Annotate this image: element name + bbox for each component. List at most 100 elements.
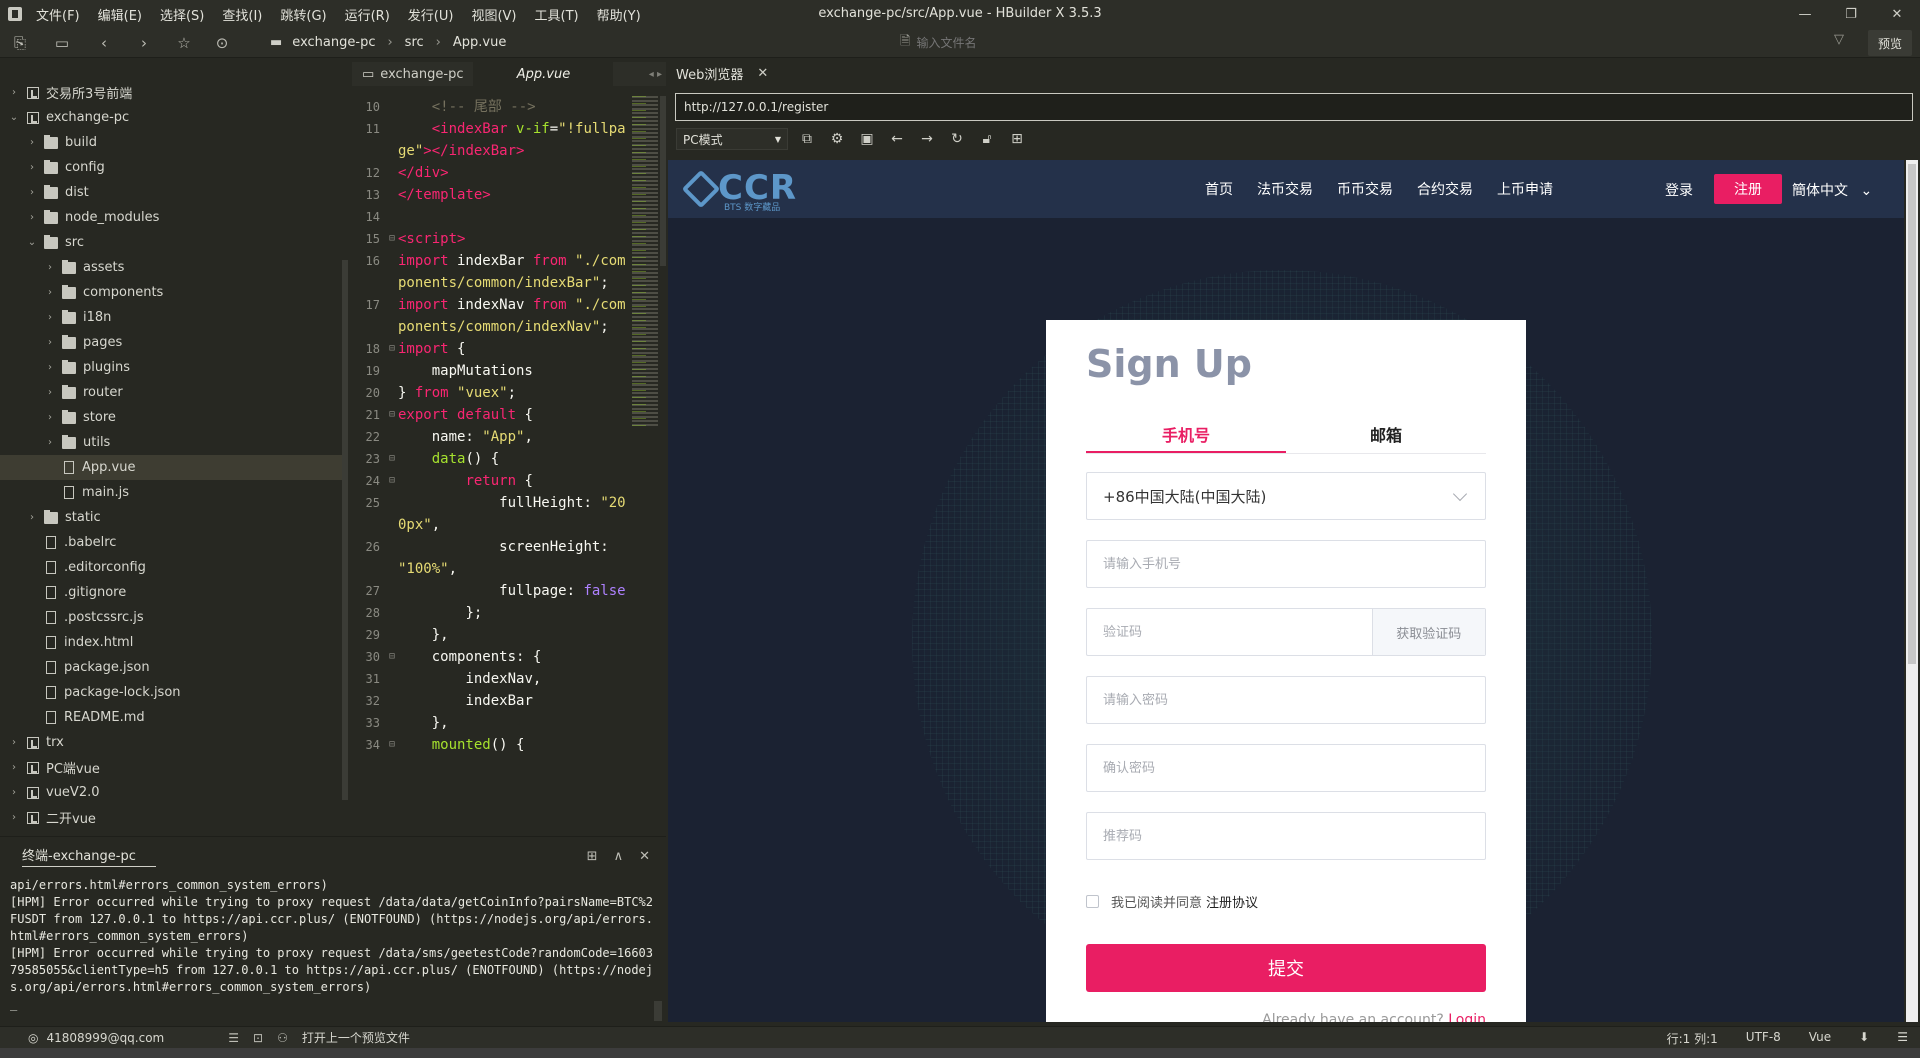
mode-select[interactable]: PC模式 ▼ xyxy=(676,128,788,150)
fold-icon[interactable] xyxy=(386,250,398,294)
maximize-panel-icon[interactable]: ∧ xyxy=(614,849,624,864)
site-nav-link[interactable]: 合约交易 xyxy=(1417,179,1473,199)
code-line[interactable]: 10 <!-- 尾部 --> xyxy=(352,96,630,118)
tree-item[interactable]: .editorconfig xyxy=(0,555,344,580)
register-button[interactable]: 注册 xyxy=(1714,174,1782,204)
code-editor[interactable]: 10 <!-- 尾部 --> 11 <indexBar v-if="!fullpa… xyxy=(352,96,630,824)
tree-item[interactable]: main.js xyxy=(0,480,344,505)
menu-item[interactable]: 工具(T) xyxy=(535,5,579,24)
code-line[interactable]: 19 mapMutations xyxy=(352,360,630,382)
chevron-right-icon[interactable]: › xyxy=(26,212,38,223)
language-mode[interactable]: Vue xyxy=(1809,1030,1831,1047)
save-icon[interactable]: ▭ xyxy=(48,29,76,57)
menu-item[interactable]: 发行(U) xyxy=(408,5,454,24)
run-icon[interactable]: ⊙ xyxy=(208,29,236,57)
new-terminal-icon[interactable]: ⊞ xyxy=(587,849,598,864)
code-line[interactable]: 22 name: "App", xyxy=(352,426,630,448)
tree-item[interactable]: › 二开vue xyxy=(0,805,344,824)
code-line[interactable]: 13 </template> xyxy=(352,184,630,206)
menu-item[interactable]: 选择(S) xyxy=(160,5,204,24)
preview-button[interactable]: 预览 xyxy=(1868,30,1912,56)
url-input[interactable] xyxy=(676,100,1912,114)
login-link[interactable]: Login xyxy=(1448,1012,1486,1022)
close-terminal-icon[interactable]: ✕ xyxy=(639,849,650,864)
browser-tab[interactable]: Web浏览器 ✕ xyxy=(676,62,768,84)
tree-item[interactable]: › assets xyxy=(0,255,344,280)
menu-item[interactable]: 帮助(Y) xyxy=(597,5,641,24)
phone-input[interactable] xyxy=(1087,541,1485,587)
terminal-icon[interactable]: ⊡ xyxy=(253,1031,263,1045)
tree-item[interactable]: .gitignore xyxy=(0,580,344,605)
fold-icon[interactable] xyxy=(386,118,398,162)
forward-icon[interactable]: → xyxy=(912,131,942,147)
code-line[interactable]: 23 ⊟ data() { xyxy=(352,448,630,470)
tree-item[interactable]: › store xyxy=(0,405,344,430)
tree-item[interactable]: › router xyxy=(0,380,344,405)
tree-item[interactable]: › vueV2.0 xyxy=(0,780,344,805)
code-line[interactable]: 21 ⊟ export default { xyxy=(352,404,630,426)
fold-icon[interactable]: ⊟ xyxy=(386,338,398,360)
fold-icon[interactable] xyxy=(386,162,398,184)
fold-icon[interactable] xyxy=(386,426,398,448)
chevron-right-icon[interactable]: › xyxy=(26,512,38,523)
tree-item[interactable]: › i18n xyxy=(0,305,344,330)
chevron-right-icon[interactable]: › xyxy=(44,287,56,298)
chevron-right-icon[interactable]: › xyxy=(44,262,56,273)
tree-item[interactable]: ⌄ exchange-pc xyxy=(0,105,344,130)
chevron-right-icon[interactable]: › xyxy=(26,137,38,148)
breadcrumb-item[interactable]: exchange-pc xyxy=(292,35,375,50)
terminal-scrollbar[interactable] xyxy=(654,1001,662,1021)
code-line[interactable]: 20} from "vuex"; xyxy=(352,382,630,404)
tab-phone[interactable]: 手机号 xyxy=(1086,418,1286,453)
fold-icon[interactable] xyxy=(386,184,398,206)
agree-checkbox[interactable] xyxy=(1086,895,1099,908)
chevron-right-icon[interactable]: › xyxy=(44,337,56,348)
fold-icon[interactable] xyxy=(386,624,398,646)
tree-item[interactable]: › PC端vue xyxy=(0,755,344,780)
code-line[interactable]: 25 fullHeight: "200px", xyxy=(352,492,630,536)
code-line[interactable]: 30 ⊟ components: { xyxy=(352,646,630,668)
tree-item[interactable]: › node_modules xyxy=(0,205,344,230)
code-line[interactable]: 15 ⊟ <script> xyxy=(352,228,630,250)
chevron-right-icon[interactable]: › xyxy=(8,87,20,98)
close-icon[interactable]: ✕ xyxy=(1874,0,1920,28)
code-line[interactable]: 18 ⊟ import { xyxy=(352,338,630,360)
menu-icon[interactable]: ☰ xyxy=(1897,1030,1908,1047)
tab-scroll-arrows-icon[interactable]: ◂ ▸ xyxy=(649,69,666,80)
scrollbar-thumb[interactable] xyxy=(1908,164,1916,664)
tab-project[interactable]: ▭ exchange-pc xyxy=(352,62,473,86)
menu-item[interactable]: 编辑(E) xyxy=(98,5,142,24)
breadcrumb-item[interactable]: App.vue xyxy=(453,35,506,50)
fold-icon[interactable] xyxy=(386,712,398,734)
back-icon[interactable]: ← xyxy=(882,131,912,147)
site-nav-link[interactable]: 首页 xyxy=(1205,179,1233,199)
fold-icon[interactable]: ⊟ xyxy=(386,470,398,492)
chevron-right-icon[interactable]: › xyxy=(44,387,56,398)
fold-icon[interactable] xyxy=(386,690,398,712)
fold-icon[interactable] xyxy=(386,382,398,404)
country-select[interactable]: +86中国大陆(中国大陆) xyxy=(1086,472,1486,520)
tab-app-vue[interactable]: App.vue xyxy=(473,62,614,86)
code-line[interactable]: 14 xyxy=(352,206,630,228)
code-line[interactable]: 11 <indexBar v-if="!fullpage"></indexBar… xyxy=(352,118,630,162)
chevron-down-icon[interactable]: ⌄ xyxy=(26,237,38,248)
verification-code-input[interactable] xyxy=(1087,609,1372,655)
code-line[interactable]: 29 }, xyxy=(352,624,630,646)
get-code-button[interactable]: 获取验证码 xyxy=(1371,609,1485,655)
chevron-right-icon[interactable]: › xyxy=(8,812,20,823)
tree-item[interactable]: README.md xyxy=(0,705,344,730)
menu-item[interactable]: 跳转(G) xyxy=(280,5,326,24)
fold-icon[interactable]: ⊟ xyxy=(386,734,398,756)
referral-code-input[interactable] xyxy=(1087,813,1485,859)
qr-code-icon[interactable]: ⊞ xyxy=(1002,131,1032,147)
tree-item[interactable]: App.vue xyxy=(0,455,344,480)
last-preview-link[interactable]: 打开上一个预览文件 xyxy=(302,1029,410,1046)
fold-icon[interactable] xyxy=(386,492,398,536)
password-input[interactable] xyxy=(1087,677,1485,723)
code-line[interactable]: 16 import indexBar from "./components/com… xyxy=(352,250,630,294)
screenshot-icon[interactable]: ⧉ xyxy=(792,131,822,147)
chevron-right-icon[interactable]: › xyxy=(8,787,20,798)
chevron-right-icon[interactable]: › xyxy=(8,762,20,773)
chevron-right-icon[interactable]: › xyxy=(44,437,56,448)
menu-item[interactable]: 视图(V) xyxy=(471,5,516,24)
